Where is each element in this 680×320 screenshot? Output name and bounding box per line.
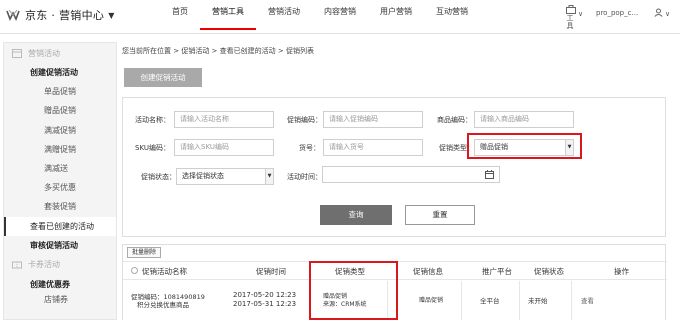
row-status: 未开始 bbox=[528, 297, 548, 305]
column-divider bbox=[519, 281, 520, 320]
sku-label: SKU编码： bbox=[135, 144, 170, 152]
jd-logo-icon bbox=[6, 8, 20, 22]
sidebar-item-shop-coupon[interactable]: 店铺券 bbox=[4, 294, 116, 304]
product-code-input[interactable]: 请输入商品编码 bbox=[474, 111, 574, 128]
col-platform[interactable]: 推广平台 bbox=[482, 266, 512, 277]
nav-marketing-activities[interactable]: 营销活动 bbox=[256, 0, 312, 34]
col-promo-time[interactable]: 促销时间 bbox=[256, 266, 286, 277]
promo-status-select[interactable]: 选择促销状态 ▼ bbox=[176, 168, 274, 185]
sidebar-item-spend-gift-promo[interactable]: 满赠促销 bbox=[4, 140, 116, 159]
tools-label: 工具 bbox=[566, 14, 574, 30]
sidebar-group-label: 营销活动 bbox=[28, 48, 60, 58]
highlight-box-promo-type bbox=[467, 133, 582, 159]
sidebar-item-view-created[interactable]: 查看已创建的活动 bbox=[4, 216, 116, 236]
app-logo[interactable]: 京东 · 营销中心 ▼ bbox=[6, 7, 114, 23]
activity-name-label: 活动名称： bbox=[135, 116, 170, 124]
activity-time-label: 活动时间： bbox=[287, 173, 322, 181]
username[interactable]: pro_pop_c... bbox=[596, 9, 638, 17]
create-promotion-button[interactable]: 创建促销活动 bbox=[124, 68, 202, 87]
toolbox-icon bbox=[566, 5, 576, 14]
sidebar-item-bundle-promo[interactable]: 套装促销 bbox=[4, 197, 116, 216]
filter-panel: 活动名称： 请输入活动名称 促销编码： 请输入促销编码 商品编码： 请输入商品编… bbox=[122, 97, 666, 237]
nav-user-marketing[interactable]: 用户营销 bbox=[368, 0, 424, 34]
nav-interactive-marketing[interactable]: 互动营销 bbox=[424, 0, 480, 34]
main-nav: 首页 营销工具 营销活动 内容营销 用户营销 互动营销 bbox=[160, 0, 480, 34]
promo-code-label: 促销编码： bbox=[287, 116, 322, 124]
chevron-down-icon[interactable]: ∨ bbox=[578, 10, 583, 18]
activity-name-input[interactable]: 请输入活动名称 bbox=[174, 111, 274, 128]
caret-down-icon[interactable]: ▼ bbox=[108, 11, 114, 20]
row-view-link[interactable]: 查看 bbox=[581, 295, 594, 305]
tools-menu[interactable]: 工具 bbox=[566, 5, 576, 30]
highlight-box-promo-type-column bbox=[309, 261, 398, 320]
column-divider bbox=[571, 281, 572, 320]
sidebar-item-discount-gift[interactable]: 满减送 bbox=[4, 159, 116, 178]
sidebar-item-single-promo[interactable]: 单品促销 bbox=[4, 82, 116, 101]
app-title: 京东 · 营销中心 bbox=[25, 9, 105, 22]
item-no-label: 货号： bbox=[299, 144, 320, 152]
row-time-end: 2017-05-31 12:23 bbox=[233, 300, 297, 308]
promo-status-value: 选择促销状态 bbox=[182, 172, 224, 180]
coupon-icon bbox=[12, 261, 22, 269]
nav-home[interactable]: 首页 bbox=[160, 0, 200, 34]
query-button[interactable]: 查询 bbox=[320, 205, 392, 225]
sidebar-group-coupons[interactable]: 卡券活动 bbox=[4, 255, 116, 275]
select-arrow-icon[interactable]: ▼ bbox=[265, 169, 273, 184]
row-time-start: 2017-05-20 12:23 bbox=[233, 291, 297, 299]
top-bar: 京东 · 营销中心 ▼ 首页 营销工具 营销活动 内容营销 用户营销 互动营销 … bbox=[0, 0, 680, 34]
reset-button[interactable]: 重置 bbox=[405, 205, 475, 225]
row-platform: 全平台 bbox=[480, 297, 500, 305]
sidebar-item-review-promotion[interactable]: 审核促销活动 bbox=[4, 236, 116, 255]
product-code-label: 商品编码： bbox=[437, 116, 472, 124]
calendar-icon bbox=[12, 49, 22, 58]
breadcrumb: 您当前所在位置 > 促销活动 > 查看已创建的活动 > 促销列表 bbox=[122, 47, 314, 55]
nav-content-marketing[interactable]: 内容营销 bbox=[312, 0, 368, 34]
promo-status-label: 促销状态： bbox=[141, 173, 176, 181]
row-activity-name: 积分兑换优惠商品 bbox=[137, 301, 189, 309]
item-no-input[interactable]: 请输入货号 bbox=[323, 139, 423, 156]
sidebar-item-multi-buy[interactable]: 多买优惠 bbox=[4, 178, 116, 197]
row-promo-info: 赠品促销 bbox=[419, 297, 444, 304]
user-icon[interactable] bbox=[654, 8, 663, 19]
sidebar-group-label: 卡券活动 bbox=[28, 260, 60, 270]
sidebar-item-create-promotion[interactable]: 创建促销活动 bbox=[4, 63, 116, 82]
select-all-checkbox[interactable] bbox=[131, 267, 138, 274]
chevron-down-icon[interactable]: ∨ bbox=[665, 10, 670, 18]
promo-code-input[interactable]: 请输入促销编码 bbox=[323, 111, 423, 128]
sidebar: 营销活动 创建促销活动 单品促销 赠品促销 满减促销 满赠促销 满减送 多买优惠… bbox=[3, 42, 117, 320]
calendar-icon[interactable] bbox=[485, 170, 494, 185]
nav-marketing-tools[interactable]: 营销工具 bbox=[200, 0, 256, 30]
activity-time-input[interactable] bbox=[322, 166, 500, 183]
col-status[interactable]: 促销状态 bbox=[534, 266, 564, 277]
col-actions[interactable]: 操作 bbox=[614, 266, 629, 277]
sidebar-item-create-coupon[interactable]: 创建优惠券 bbox=[4, 275, 116, 294]
column-divider bbox=[461, 281, 462, 320]
col-activity-name[interactable]: 促销活动名称 bbox=[142, 266, 187, 277]
sku-input[interactable]: 请输入SKU编码 bbox=[174, 139, 274, 156]
sidebar-group-promotions[interactable]: 营销活动 bbox=[4, 43, 116, 63]
sidebar-item-gift-promo[interactable]: 赠品促销 bbox=[4, 101, 116, 120]
batch-delete-button[interactable]: 批量删除 bbox=[127, 247, 162, 258]
sidebar-item-discount-promo[interactable]: 满减促销 bbox=[4, 121, 116, 140]
col-promo-info[interactable]: 促销信息 bbox=[413, 266, 443, 277]
